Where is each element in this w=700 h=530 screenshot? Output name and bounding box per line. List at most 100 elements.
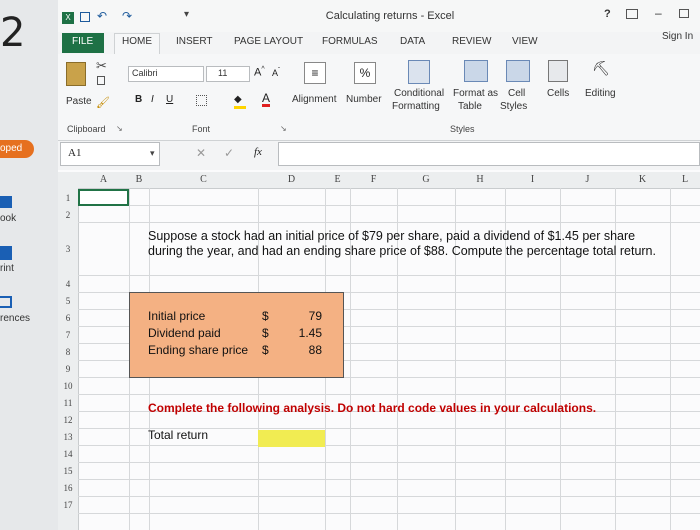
initial-price-value[interactable]: 79 <box>290 309 322 323</box>
column-header-b[interactable]: B <box>129 172 149 188</box>
formatting-label[interactable]: Formatting <box>392 101 440 112</box>
format-as-label[interactable]: Format as <box>453 88 498 99</box>
underline-button[interactable]: U <box>166 94 173 105</box>
side-item-rences[interactable]: rences <box>0 313 30 324</box>
tab-insert[interactable]: INSERT <box>176 36 213 47</box>
column-header-i[interactable]: I <box>505 172 560 188</box>
column-header-a[interactable]: A <box>78 172 129 188</box>
font-launcher-icon[interactable]: ↘ <box>280 124 287 133</box>
cell-styles-icon[interactable] <box>506 60 530 82</box>
conditional-formatting-icon[interactable] <box>408 60 430 84</box>
number-button[interactable]: Number <box>346 94 382 105</box>
paste-icon[interactable] <box>66 62 86 86</box>
row-header[interactable]: 4 <box>58 279 78 289</box>
column-header-k[interactable]: K <box>615 172 670 188</box>
quick-access-dropdown-icon[interactable]: ▾ <box>184 9 189 20</box>
minimize-icon[interactable]: – <box>655 6 662 20</box>
alignment-button[interactable]: Alignment <box>292 94 336 105</box>
row-header[interactable]: 7 <box>58 330 78 340</box>
total-return-label[interactable]: Total return <box>148 428 208 442</box>
row-header[interactable]: 3 <box>58 244 78 254</box>
cell-label[interactable]: Cell <box>508 88 525 99</box>
column-header-h[interactable]: H <box>455 172 505 188</box>
column-header-f[interactable]: F <box>350 172 397 188</box>
row-header[interactable]: 1 <box>58 193 78 203</box>
save-icon[interactable] <box>80 12 90 22</box>
format-as-table-icon[interactable] <box>464 60 488 82</box>
font-size-select[interactable] <box>206 66 250 82</box>
column-header-d[interactable]: D <box>258 172 325 188</box>
conditional-label[interactable]: Conditional <box>394 88 444 99</box>
row-header[interactable]: 8 <box>58 347 78 357</box>
decrease-font-icon[interactable]: Aˇ <box>272 68 280 78</box>
column-header-l[interactable]: L <box>670 172 700 188</box>
cells-icon[interactable] <box>548 60 568 82</box>
row-header[interactable]: 15 <box>58 466 78 476</box>
ribbon-display-options-icon[interactable] <box>626 9 638 19</box>
tab-view[interactable]: VIEW <box>512 36 538 47</box>
ending-price-value[interactable]: 88 <box>290 343 322 357</box>
row-header[interactable]: 9 <box>58 364 78 374</box>
formula-input[interactable] <box>278 142 700 166</box>
cancel-entry-icon[interactable]: ✕ <box>196 146 206 160</box>
row-header[interactable]: 14 <box>58 449 78 459</box>
tab-home-label[interactable]: HOME <box>122 36 152 47</box>
editing-button[interactable]: Editing <box>585 88 616 99</box>
row-header[interactable]: 5 <box>58 296 78 306</box>
tab-data[interactable]: DATA <box>400 36 425 47</box>
tab-page-layout[interactable]: PAGE LAYOUT <box>234 36 303 47</box>
row-header[interactable]: 16 <box>58 483 78 493</box>
cells-button[interactable]: Cells <box>547 88 569 99</box>
row-header[interactable]: 13 <box>58 432 78 442</box>
row-header[interactable]: 17 <box>58 500 78 510</box>
side-item-ook[interactable]: ook <box>0 213 16 224</box>
side-item-rint[interactable]: rint <box>0 263 14 274</box>
dividend-paid-currency: $ <box>262 326 269 340</box>
help-button[interactable]: ? <box>604 8 611 20</box>
enter-entry-icon[interactable]: ✓ <box>224 146 234 160</box>
cut-icon[interactable]: ✂ <box>96 58 107 74</box>
italic-button[interactable]: I <box>151 94 154 105</box>
row-header[interactable]: 6 <box>58 313 78 323</box>
grid-line <box>78 394 700 395</box>
insert-function-icon[interactable]: fx <box>254 146 262 158</box>
column-header-j[interactable]: J <box>560 172 615 188</box>
fill-color-icon[interactable]: ◆ <box>234 94 246 109</box>
tab-file-label[interactable]: FILE <box>72 36 93 47</box>
tab-review[interactable]: REVIEW <box>452 36 491 47</box>
clipboard-launcher-icon[interactable]: ↘ <box>116 124 123 133</box>
paste-button[interactable]: Paste <box>66 96 92 107</box>
styles-button-label[interactable]: Styles <box>500 101 527 112</box>
row-header[interactable]: 11 <box>58 398 78 408</box>
borders-icon[interactable] <box>196 95 207 106</box>
increase-font-icon[interactable]: A^ <box>254 66 265 79</box>
number-format-icon[interactable]: % <box>354 62 376 84</box>
column-header-e[interactable]: E <box>325 172 350 188</box>
dividend-paid-label[interactable]: Dividend paid <box>148 326 221 340</box>
alignment-icon[interactable]: ≡ <box>304 62 326 84</box>
redo-icon[interactable]: ↷ <box>122 9 132 23</box>
question-text: Suppose a stock had an initial price of … <box>148 229 656 258</box>
restore-icon[interactable] <box>679 9 689 18</box>
tab-formulas[interactable]: FORMULAS <box>322 36 378 47</box>
row-header[interactable]: 2 <box>58 210 78 220</box>
selected-cell-a1[interactable] <box>78 189 129 206</box>
dividend-paid-value[interactable]: 1.45 <box>290 326 322 340</box>
format-painter-icon[interactable]: 🖌 <box>96 96 110 109</box>
side-item-oped[interactable]: oped <box>0 143 22 154</box>
undo-icon[interactable]: ↶ <box>97 9 107 23</box>
table-label[interactable]: Table <box>458 101 482 112</box>
bold-button[interactable]: B <box>135 94 142 105</box>
font-color-icon[interactable]: A <box>262 92 271 107</box>
total-return-answer-cell[interactable] <box>258 430 325 447</box>
copy-icon[interactable] <box>97 76 105 85</box>
column-header-g[interactable]: G <box>397 172 455 188</box>
row-header[interactable]: 12 <box>58 415 78 425</box>
editing-icon[interactable]: ⛏ <box>592 60 610 77</box>
sign-in-link[interactable]: Sign In <box>662 31 693 42</box>
name-box-dropdown-icon[interactable]: ▾ <box>150 148 155 159</box>
ending-price-label[interactable]: Ending share price <box>148 343 248 357</box>
column-header-c[interactable]: C <box>149 172 258 188</box>
initial-price-label[interactable]: Initial price <box>148 309 205 323</box>
row-header[interactable]: 10 <box>58 381 78 391</box>
